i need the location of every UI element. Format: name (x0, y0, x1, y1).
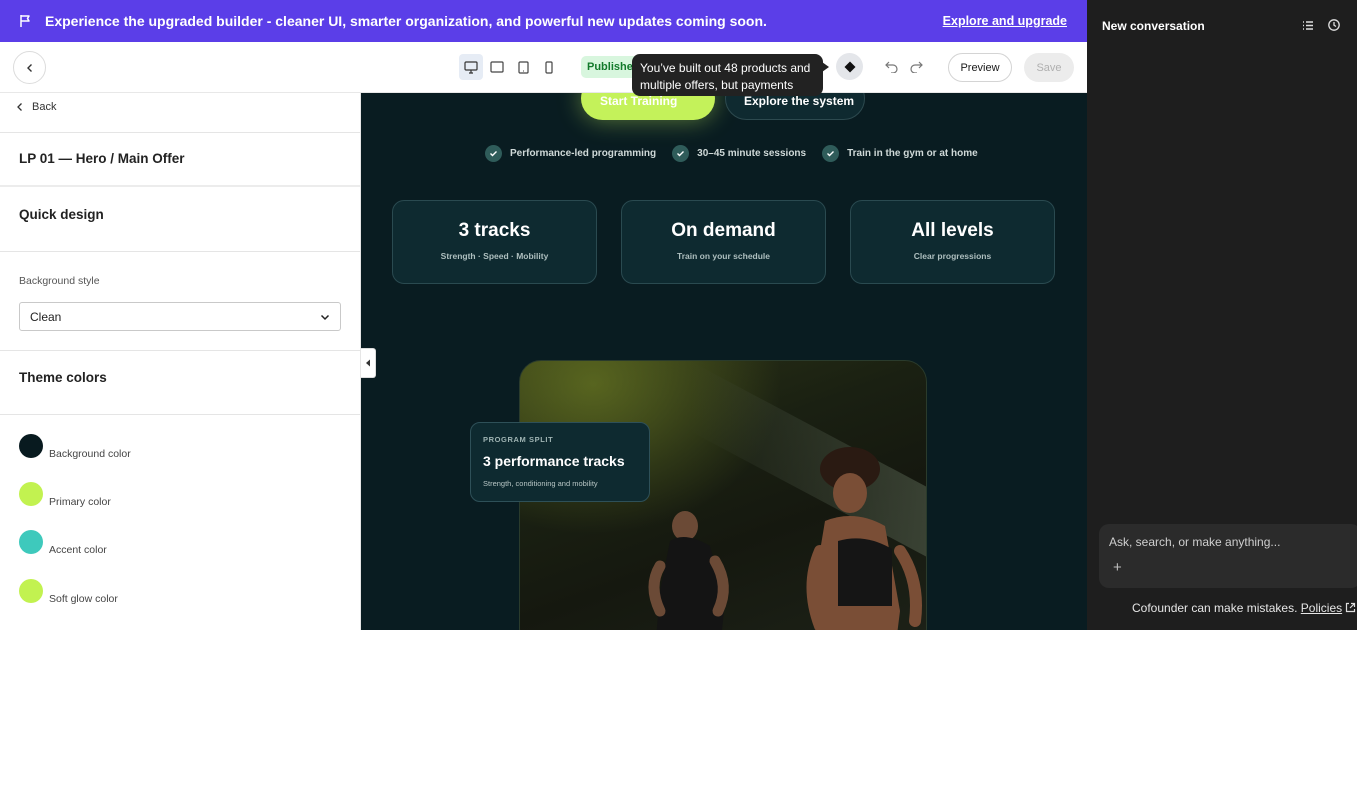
color-label: Soft glow color (49, 593, 118, 605)
plus-icon[interactable]: + (1113, 559, 1122, 576)
program-kicker: PROGRAM SPLIT (483, 435, 554, 444)
stat-value: All levels (911, 220, 994, 241)
back-label: Back (32, 101, 57, 113)
start-training-button[interactable]: Start Training (581, 93, 715, 120)
tablet-view-button[interactable] (511, 54, 535, 80)
feature-bullet: 30–45 minute sessions (672, 145, 806, 162)
banner-message: Experience the upgraded builder - cleane… (45, 13, 767, 29)
desktop-view-button[interactable] (459, 54, 483, 80)
exit-editor-button[interactable] (13, 51, 46, 84)
history-icon[interactable] (1327, 18, 1341, 32)
stat-card: 3 tracks Strength · Speed · Mobility (392, 200, 597, 284)
cta-secondary-label: Explore the system (744, 94, 855, 108)
chevron-down-icon (320, 314, 330, 320)
chevron-left-icon (26, 63, 32, 72)
collapse-panel-button[interactable] (361, 348, 376, 378)
feature-bullet-text: Train in the gym or at home (847, 148, 978, 159)
settings-panel: Back LP 01 — Hero / Main Offer Quick des… (0, 93, 361, 630)
feature-bullet: Performance-led programming (485, 145, 656, 162)
primary-color-row[interactable]: Primary color (19, 482, 111, 508)
soft-glow-color-row[interactable]: Soft glow color (19, 579, 118, 605)
cta-primary-label: Start Training (600, 94, 678, 108)
save-button[interactable]: Save (1024, 53, 1074, 82)
disclaimer-text: Cofounder can make mistakes. (1132, 601, 1298, 615)
stat-caption: Strength · Speed · Mobility (440, 251, 549, 261)
list-icon[interactable] (1301, 18, 1315, 32)
undo-icon[interactable] (884, 59, 899, 73)
back-link[interactable]: Back (16, 101, 56, 113)
explore-upgrade-link[interactable]: Explore and upgrade (943, 14, 1067, 28)
chat-input[interactable]: Ask, search, or make anything... + (1099, 524, 1357, 588)
divider (0, 414, 360, 415)
color-label: Background color (49, 448, 131, 460)
feature-bullets: Performance-led programming 30–45 minute… (485, 145, 978, 162)
check-icon (485, 145, 502, 162)
feature-bullet: Train in the gym or at home (822, 145, 978, 162)
device-switcher (459, 54, 561, 80)
feature-bullet-text: 30–45 minute sessions (697, 148, 807, 159)
divider (0, 350, 360, 351)
check-icon (822, 145, 840, 162)
divider (0, 251, 360, 252)
desktop-icon (464, 60, 478, 74)
background-style-select[interactable]: Clean (19, 302, 341, 331)
explore-system-button[interactable]: Explore the system (725, 93, 865, 120)
color-label: Primary color (49, 496, 111, 508)
chevron-left-icon (17, 103, 22, 111)
theme-colors-heading: Theme colors (19, 370, 107, 385)
chat-disclaimer: Cofounder can make mistakes. Policies (1132, 601, 1356, 615)
accent-color-swatch[interactable] (19, 530, 43, 554)
quick-design-heading: Quick design (19, 207, 104, 222)
check-icon (672, 145, 690, 162)
background-style-value: Clean (30, 309, 62, 324)
program-subtext: Strength, conditioning and mobility (483, 479, 598, 488)
stat-caption: Train on your schedule (676, 251, 771, 261)
stat-caption: Clear progressions (913, 251, 992, 261)
mobile-view-button[interactable] (537, 54, 561, 80)
divider (0, 132, 360, 133)
feature-bullet-text: Performance-led programming (510, 148, 657, 159)
editor-toolbar: Published You’ve built out 48 products a… (0, 42, 1087, 96)
background-color-swatch[interactable] (19, 434, 43, 458)
stat-value: 3 tracks (458, 220, 531, 241)
flag-icon (20, 15, 30, 27)
tooltip-text: You’ve built out 48 products and multipl… (640, 61, 811, 92)
divider (0, 185, 360, 187)
soft-glow-color-swatch[interactable] (19, 579, 43, 603)
chat-input-placeholder: Ask, search, or make anything... (1109, 535, 1281, 549)
color-label: Accent color (49, 544, 107, 556)
upgrade-banner: Experience the upgraded builder - cleane… (0, 0, 1087, 42)
chat-panel: New conversation Ask, search, or make an… (1087, 0, 1357, 630)
diamond-icon (844, 61, 855, 72)
ai-assistant-button[interactable] (836, 53, 863, 80)
caret-left-icon (366, 359, 370, 367)
chat-title: New conversation (1102, 19, 1205, 33)
builder-app: Experience the upgraded builder - cleane… (0, 0, 1357, 630)
page-title: LP 01 — Hero / Main Offer (19, 151, 185, 166)
preview-button[interactable]: Preview (948, 53, 1012, 82)
stat-card: All levels Clear progressions (850, 200, 1055, 284)
laptop-icon (490, 61, 504, 73)
primary-color-swatch[interactable] (19, 482, 43, 506)
redo-icon[interactable] (909, 59, 924, 73)
policies-link[interactable]: Policies (1301, 601, 1342, 615)
notification-tooltip: You’ve built out 48 products and multipl… (632, 54, 823, 96)
program-split-card: PROGRAM SPLIT 3 performance tracks Stren… (470, 422, 650, 502)
accent-color-row[interactable]: Accent color (19, 530, 107, 556)
laptop-view-button[interactable] (485, 54, 509, 80)
background-style-label: Background style (19, 275, 100, 287)
page-preview-canvas[interactable]: Start Training Explore the system Perfor… (361, 93, 1087, 630)
tablet-icon (517, 60, 529, 74)
stat-value: On demand (671, 220, 776, 241)
background-color-row[interactable]: Background color (19, 434, 131, 460)
tooltip-arrow (822, 62, 829, 72)
program-headline: 3 performance tracks (483, 453, 625, 469)
stat-card: On demand Train on your schedule (621, 200, 826, 284)
external-link-icon[interactable] (1345, 602, 1356, 613)
mobile-icon (545, 60, 553, 74)
